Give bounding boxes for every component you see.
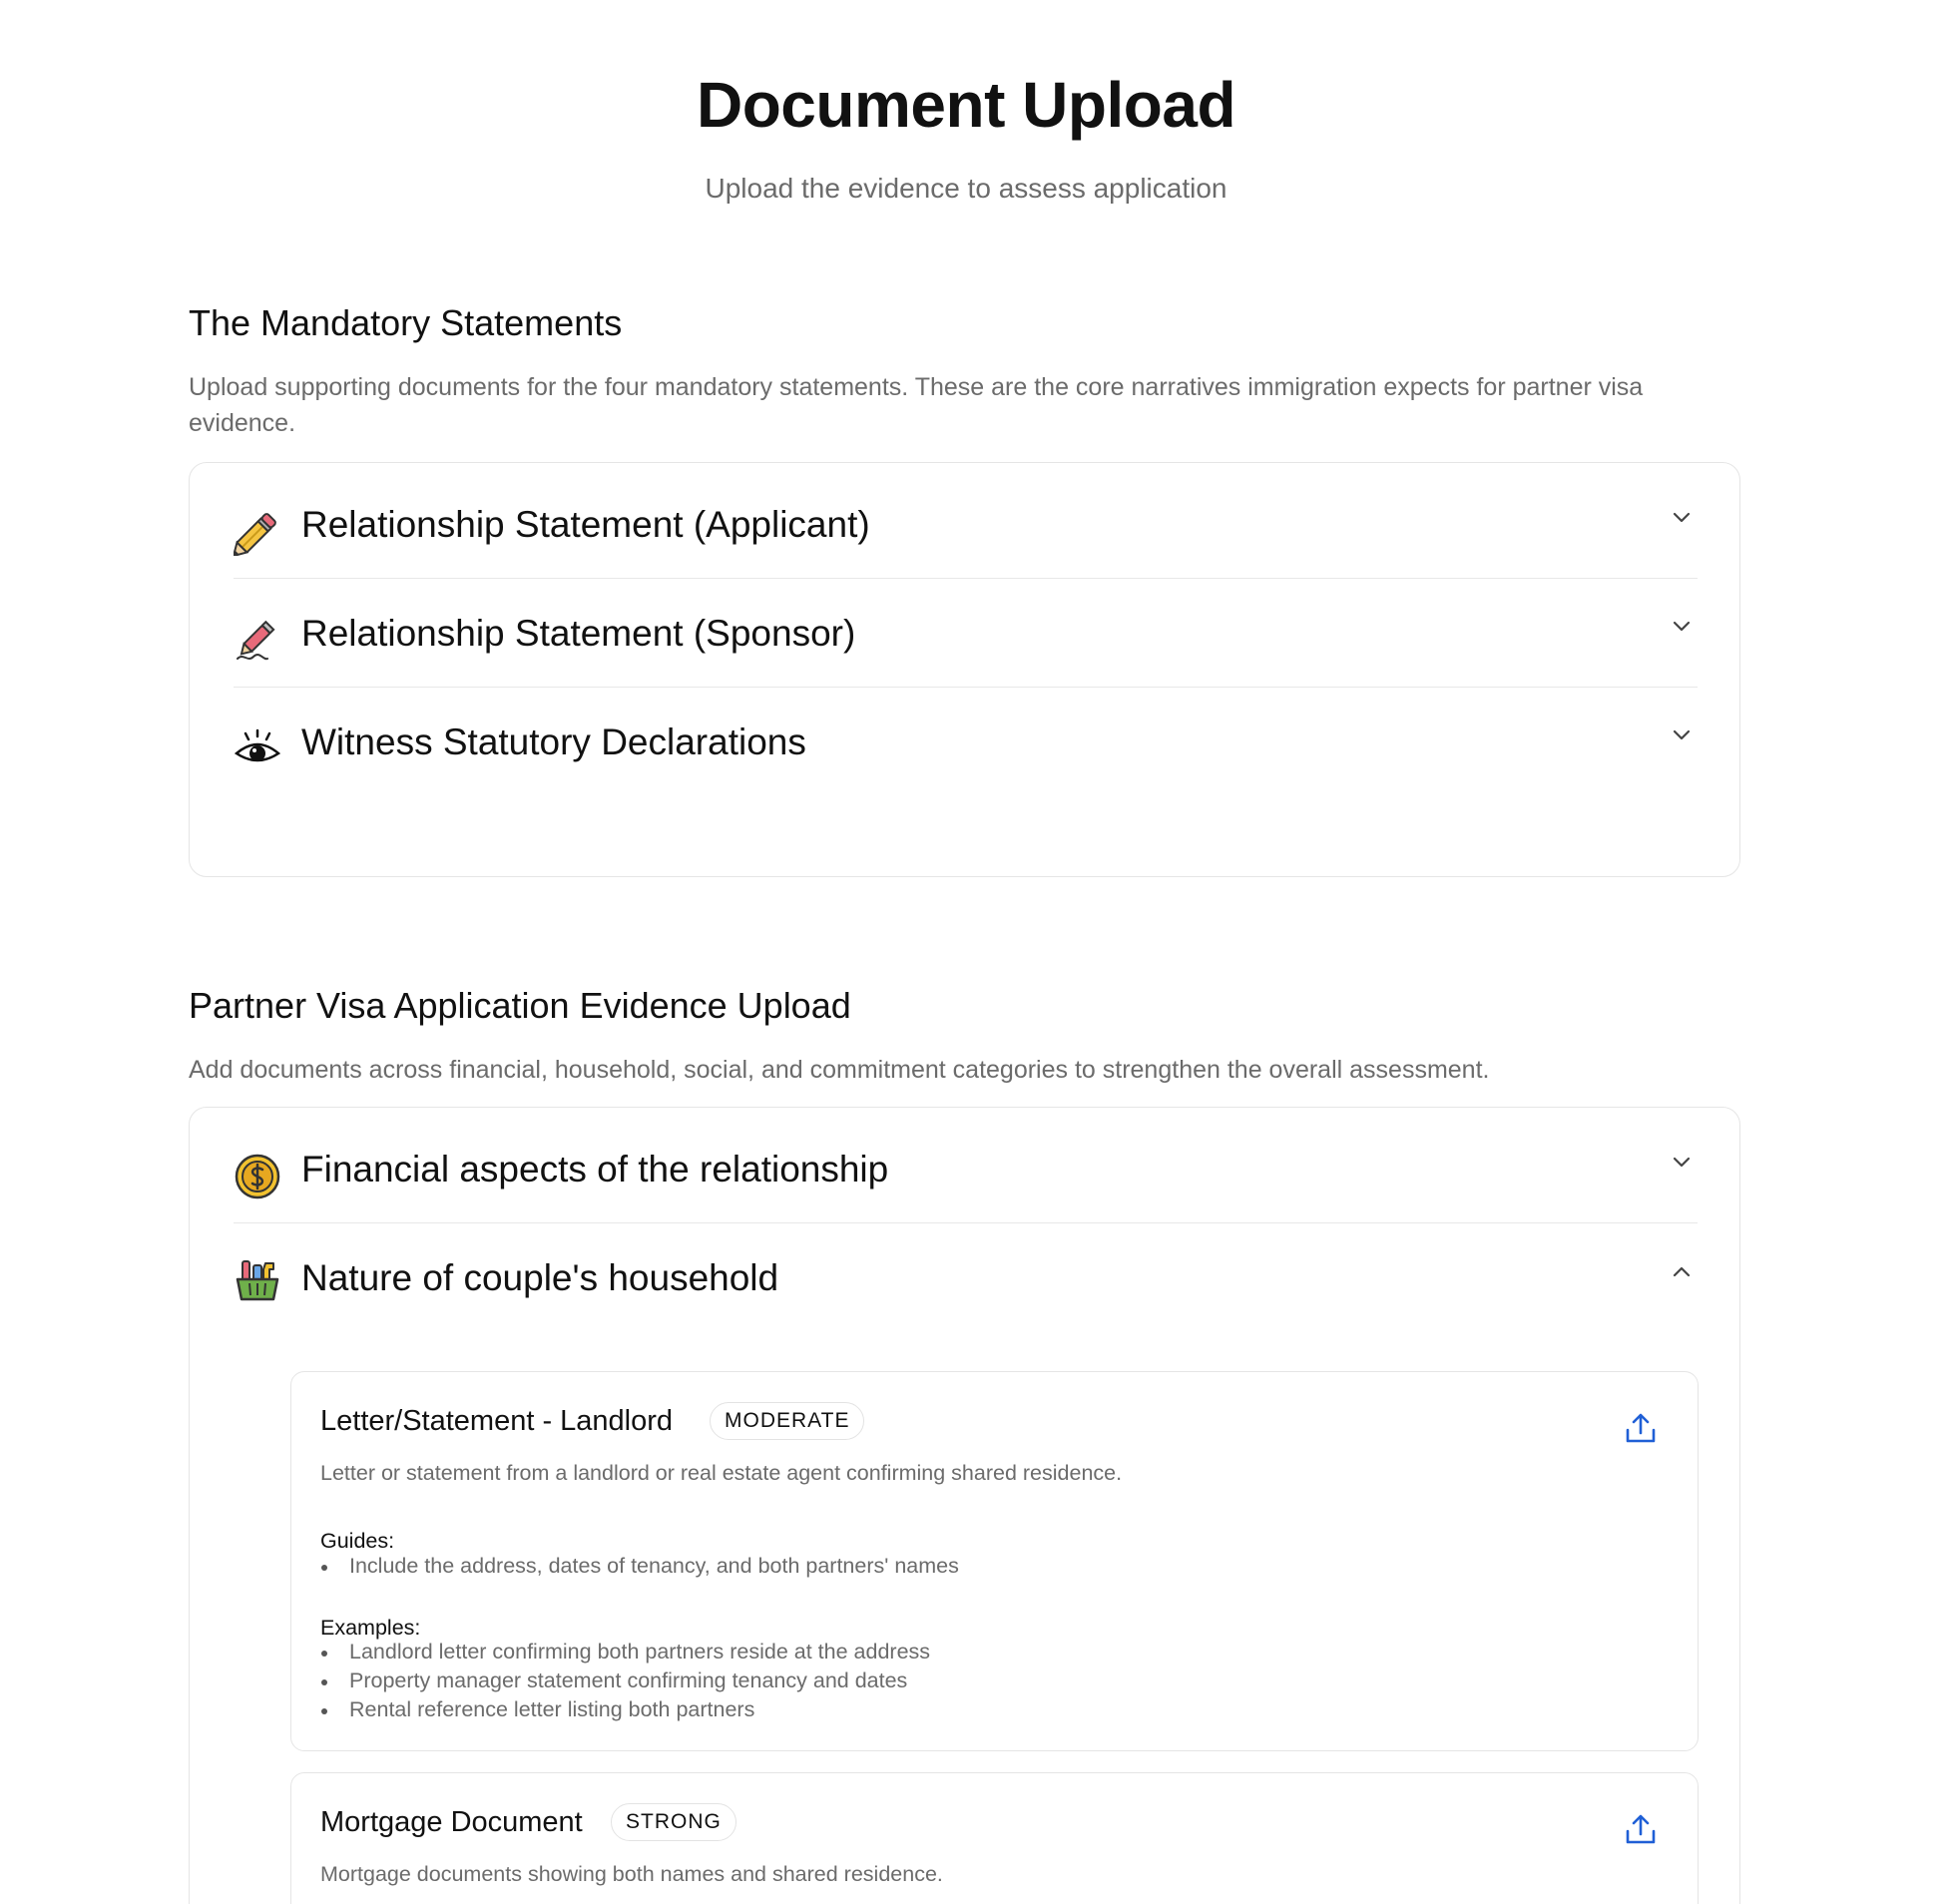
coin-icon: [234, 1153, 281, 1200]
accordion-label: Relationship Statement (Sponsor): [301, 613, 856, 654]
evidence-categories-card: Financial aspects of the relationship Na…: [189, 1107, 1740, 1904]
accordion-label: Witness Statutory Declarations: [301, 721, 806, 762]
accordion-household-nature[interactable]: Nature of couple's household: [234, 1223, 1698, 1332]
upload-icon[interactable]: [1624, 1813, 1658, 1847]
pencil-icon: [234, 508, 281, 556]
document-title: Letter/Statement - Landlord: [320, 1405, 674, 1437]
guides-heading: Guides:: [320, 1529, 395, 1553]
strength-badge: MODERATE: [710, 1402, 865, 1440]
accordion-label: Financial aspects of the relationship: [301, 1149, 889, 1190]
mandatory-section-description: Upload supporting documents for the four…: [189, 373, 1644, 437]
list-item: Landlord letter confirming both partners…: [320, 1638, 930, 1666]
list-item: Rental reference letter listing both par…: [320, 1695, 930, 1724]
document-title: Mortgage Document: [320, 1806, 583, 1838]
document-card-landlord-letter: Letter/Statement - Landlord MODERATE Let…: [290, 1371, 1699, 1751]
guides-list: Include the address, dates of tenancy, a…: [320, 1552, 959, 1581]
evidence-section-title: Partner Visa Application Evidence Upload: [189, 985, 851, 1026]
accordion-witness-statutory-declarations[interactable]: Witness Statutory Declarations: [234, 688, 1698, 796]
document-description: Letter or statement from a landlord or r…: [320, 1461, 1123, 1485]
eye-icon: [234, 725, 281, 773]
accordion-label: Nature of couple's household: [301, 1257, 779, 1298]
evidence-section-description: Add documents across financial, househol…: [189, 1056, 1490, 1084]
page-subtitle: Upload the evidence to assess applicatio…: [705, 173, 1227, 204]
accordion-relationship-statement-sponsor[interactable]: Relationship Statement (Sponsor): [234, 579, 1698, 688]
page-title: Document Upload: [696, 69, 1236, 141]
mandatory-section-title: The Mandatory Statements: [189, 302, 623, 343]
accordion-label: Relationship Statement (Applicant): [301, 504, 870, 545]
chevron-down-icon[interactable]: [1666, 719, 1698, 751]
cleaning-basket-icon: [234, 1255, 281, 1303]
list-item: Property manager statement confirming te…: [320, 1666, 930, 1695]
mandatory-statements-card: Relationship Statement (Applicant) Relat…: [189, 462, 1740, 877]
chevron-down-icon[interactable]: [1666, 1147, 1698, 1179]
document-card-mortgage: Mortgage Document STRONG Mortgage docume…: [290, 1772, 1699, 1904]
chevron-down-icon[interactable]: [1666, 502, 1698, 534]
accordion-financial-aspects[interactable]: Financial aspects of the relationship: [234, 1115, 1698, 1223]
chevron-down-icon[interactable]: [1666, 611, 1698, 643]
list-item: Include the address, dates of tenancy, a…: [320, 1552, 959, 1581]
strength-badge: STRONG: [611, 1803, 736, 1841]
accordion-relationship-statement-applicant[interactable]: Relationship Statement (Applicant): [234, 470, 1698, 579]
document-description: Mortgage documents showing both names an…: [320, 1862, 943, 1886]
pen-signature-icon: [234, 617, 281, 665]
examples-list: Landlord letter confirming both partners…: [320, 1638, 930, 1724]
chevron-up-icon[interactable]: [1666, 1255, 1698, 1287]
upload-icon[interactable]: [1624, 1412, 1658, 1446]
